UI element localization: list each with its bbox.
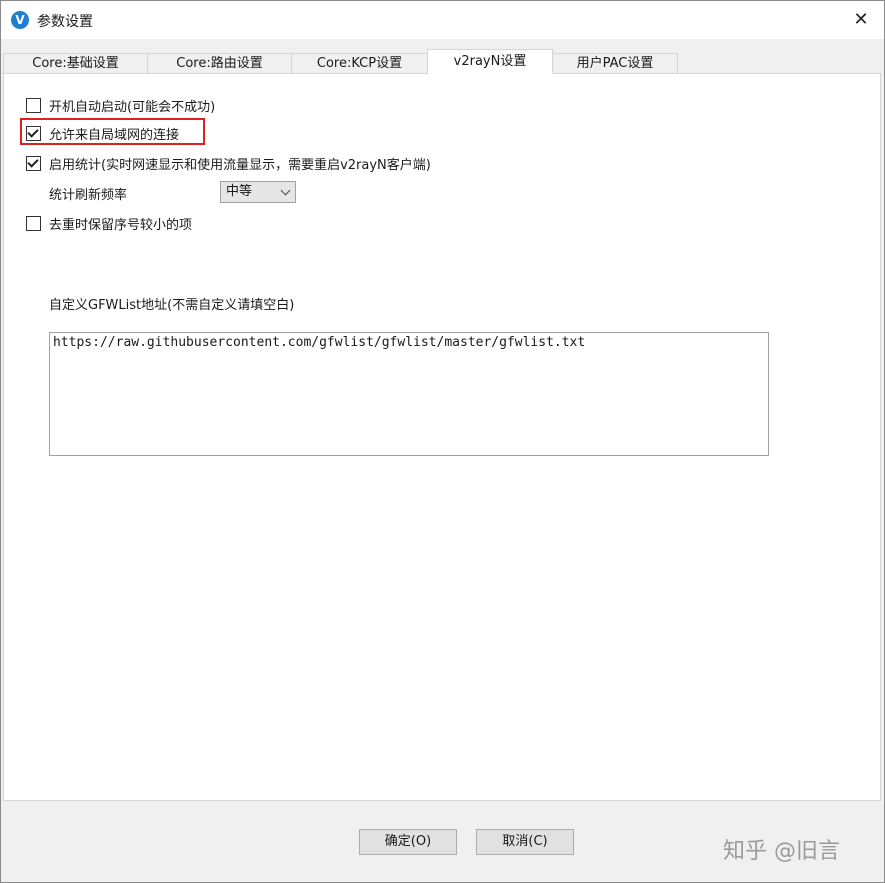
tab-v2rayn-settings[interactable]: v2rayN设置 xyxy=(427,49,553,74)
refresh-rate-label: 统计刷新频率 xyxy=(49,188,128,203)
window-title: 参数设置 xyxy=(37,14,93,30)
dedupe-checkbox[interactable] xyxy=(26,215,41,231)
ok-button[interactable]: 确定(O) xyxy=(359,829,457,855)
v2rayn-app-icon: V xyxy=(11,11,29,29)
statistics-option[interactable]: 启用统计(实时网速显示和使用流量显示，需要重启v2rayN客户端) xyxy=(26,153,431,173)
highlight-box xyxy=(20,118,205,145)
dedupe-label: 去重时保留序号较小的项 xyxy=(49,217,193,233)
settings-dialog: V 参数设置 ✕ Core:基础设置 Core:路由设置 Core:KCP设置 … xyxy=(0,0,885,883)
tab-core-routing[interactable]: Core:路由设置 xyxy=(147,53,292,73)
title-bar: V 参数设置 ✕ xyxy=(1,1,884,39)
tab-core-kcp[interactable]: Core:KCP设置 xyxy=(291,53,428,73)
gfwlist-url-input[interactable]: https://raw.githubusercontent.com/gfwlis… xyxy=(49,332,769,456)
autostart-label: 开机自动启动(可能会不成功) xyxy=(49,99,216,115)
tab-core-basic[interactable]: Core:基础设置 xyxy=(3,53,148,73)
autostart-option[interactable]: 开机自动启动(可能会不成功) xyxy=(26,95,215,115)
refresh-rate-select[interactable]: 中等 xyxy=(220,181,296,203)
autostart-checkbox[interactable] xyxy=(26,97,41,113)
statistics-label: 启用统计(实时网速显示和使用流量显示，需要重启v2rayN客户端) xyxy=(49,157,431,173)
tab-strip: Core:基础设置 Core:路由设置 Core:KCP设置 v2rayN设置 … xyxy=(3,49,883,74)
close-icon[interactable]: ✕ xyxy=(844,5,878,35)
tab-user-pac[interactable]: 用户PAC设置 xyxy=(552,53,678,73)
chevron-down-icon xyxy=(280,185,291,196)
refresh-rate-value: 中等 xyxy=(226,184,253,199)
watermark-text: 知乎 @旧言 xyxy=(723,839,840,864)
statistics-checkbox[interactable] xyxy=(26,155,41,171)
cancel-button[interactable]: 取消(C) xyxy=(476,829,574,855)
dedupe-option[interactable]: 去重时保留序号较小的项 xyxy=(26,213,192,233)
gfwlist-label: 自定义GFWList地址(不需自定义请填空白) xyxy=(49,298,295,313)
